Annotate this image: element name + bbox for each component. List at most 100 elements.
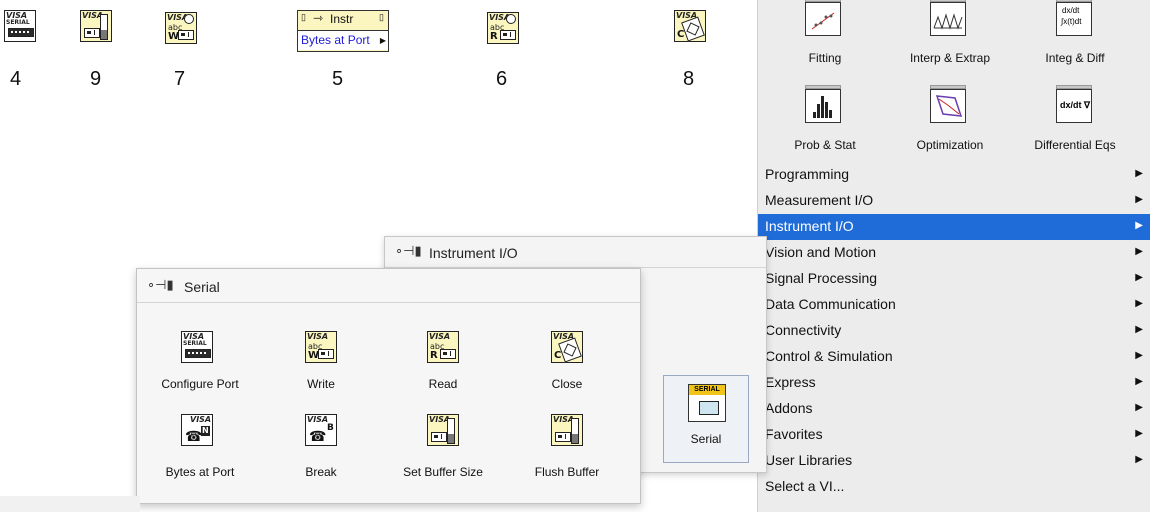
menu-item-label: User Libraries — [765, 452, 853, 468]
property-node-bytes-at-port[interactable]: ▯ ⇾ Instr ▯ Bytes at Port ▶ — [297, 10, 389, 52]
submenu-arrow-icon: ▶ — [1135, 376, 1143, 387]
menu-item-instrument-i-o[interactable]: Instrument I/O ▶ — [758, 214, 1150, 240]
clock-icon — [184, 14, 194, 24]
node-number-6: 6 — [496, 68, 508, 90]
submenu-arrow-icon: ▶ — [1135, 246, 1143, 257]
palette-integ-label: Integ & Diff — [1045, 51, 1105, 65]
buffer-level-icon — [571, 418, 579, 444]
menu-item-express[interactable]: Express ▶ — [758, 370, 1150, 396]
serial-palette-icon: SERIAL — [688, 384, 726, 422]
configure-port-label: Configure Port — [161, 377, 239, 391]
clock-icon — [506, 14, 516, 24]
write-label: Write — [307, 377, 335, 391]
integ-text: dx/dt — [1062, 6, 1080, 15]
serial-subpalette-tile[interactable]: SERIAL Serial — [663, 375, 749, 463]
submenu-arrow-icon: ▶ — [1135, 272, 1143, 283]
configure-port-icon[interactable]: VISA SERIAL — [181, 331, 213, 363]
menu-item-select-a-vi[interactable]: Select a VI... — [758, 474, 1150, 500]
close-icon[interactable]: VISA C — [551, 331, 583, 363]
differential-eqs-icon[interactable]: dx/dt ∇ — [1056, 85, 1092, 123]
break-icon[interactable]: VISA ☎ B — [305, 414, 337, 446]
histogram-icon — [813, 96, 832, 118]
menu-item-label: Express — [765, 374, 816, 390]
prob-stat-icon[interactable] — [805, 85, 841, 123]
visa-label: VISA — [307, 415, 329, 424]
port-icon — [431, 432, 447, 442]
menu-item-addons[interactable]: Addons ▶ — [758, 396, 1150, 422]
reference-out-icon: ▯ — [379, 12, 384, 22]
menu-item-label: Measurement I/O — [765, 192, 874, 208]
flush-buffer-icon[interactable]: VISA — [551, 414, 583, 446]
port-icon — [440, 349, 456, 359]
write-icon[interactable]: VISA abc W — [305, 331, 337, 363]
port-icon — [318, 349, 334, 359]
close-envelope-icon — [681, 16, 705, 42]
bytes-at-port-label: Bytes at Port — [165, 465, 235, 479]
serial-palette-header: ∘⊣▮ Serial — [137, 269, 640, 303]
menu-item-favorites[interactable]: Favorites ▶ — [758, 422, 1150, 448]
menu-item-signal-processing[interactable]: Signal Processing ▶ — [758, 266, 1150, 292]
write-node-icon[interactable]: VISA abc W — [165, 12, 197, 44]
menu-item-label: Signal Processing — [765, 270, 878, 286]
menu-item-label: Instrument I/O — [765, 218, 854, 234]
menu-item-measurement-i-o[interactable]: Measurement I/O ▶ — [758, 188, 1150, 214]
canvas-bottom-strip — [0, 496, 140, 512]
optimization-icon[interactable] — [930, 85, 966, 123]
set-buffer-size-icon[interactable]: VISA — [427, 414, 459, 446]
serial-palette: ∘⊣▮ Serial VISA SERIAL VISA abc W VISA a… — [136, 268, 641, 504]
property-node-header: ▯ ⇾ Instr ▯ — [298, 11, 388, 29]
pin-icon[interactable]: ∘⊣▮ — [395, 243, 422, 259]
flush-buffer-node-icon[interactable]: VISA — [80, 10, 112, 42]
palette-optimization-label: Optimization — [916, 138, 984, 152]
instrument-io-title: Instrument I/O — [429, 245, 518, 261]
menu-item-label: Data Communication — [765, 296, 896, 312]
serial-label: SERIAL — [6, 19, 30, 26]
interp-extrap-icon[interactable] — [930, 0, 966, 36]
arrow-connector-icon: ⇾ — [313, 11, 324, 25]
menu-item-label: Programming — [765, 166, 850, 182]
port-icon — [555, 432, 571, 442]
fitting-icon[interactable] — [805, 0, 841, 36]
palette-category-menu: Programming ▶ Measurement I/O ▶ Instrument I… — [758, 162, 1150, 500]
menu-item-data-communication[interactable]: Data Communication ▶ — [758, 292, 1150, 318]
menu-item-vision-and-motion[interactable]: Vision and Motion ▶ — [758, 240, 1150, 266]
menu-item-connectivity[interactable]: Connectivity ▶ — [758, 318, 1150, 344]
close-node-icon[interactable]: VISA C — [674, 10, 706, 42]
configure-port-node-icon[interactable]: VISA SERIAL — [4, 10, 36, 42]
pin-icon[interactable]: ∘⊣▮ — [147, 277, 174, 293]
integ-diff-icon[interactable]: dx/dt ∫x(t)dt — [1056, 0, 1092, 36]
serial-connector-icon — [699, 401, 719, 415]
submenu-arrow-icon: ▶ — [1135, 220, 1143, 231]
phone-icon: ☎ — [185, 428, 203, 444]
fitting-graph-icon — [811, 12, 835, 30]
node-number-8: 8 — [683, 68, 695, 90]
instrument-io-header: ∘⊣▮ Instrument I/O — [385, 237, 766, 268]
submenu-arrow-icon: ▶ — [1135, 350, 1143, 361]
menu-item-user-libraries[interactable]: User Libraries ▶ — [758, 448, 1150, 474]
read-glyph: R — [490, 31, 498, 42]
close-glyph: C — [677, 29, 685, 40]
read-label: Read — [428, 377, 458, 391]
menu-item-programming[interactable]: Programming ▶ — [758, 162, 1150, 188]
diffeq-text: dx/dt ∇ — [1060, 100, 1091, 110]
menu-item-control-simulation[interactable]: Control & Simulation ▶ — [758, 344, 1150, 370]
node-number-9: 9 — [90, 68, 102, 90]
visa-label: VISA — [307, 332, 329, 341]
terminal-arrow-icon: ▶ — [379, 36, 386, 45]
set-buffer-size-label: Set Buffer Size — [403, 465, 483, 479]
submenu-arrow-icon: ▶ — [1135, 298, 1143, 309]
phone-icon: ☎ — [309, 428, 327, 444]
menu-item-label: Select a VI... — [765, 478, 845, 494]
property-terminal[interactable]: Bytes at Port ▶ — [298, 30, 388, 50]
buffer-level-icon — [100, 14, 108, 40]
interp-graph-icon — [933, 13, 963, 30]
bytes-at-port-icon[interactable]: VISA ☎ N — [181, 414, 213, 446]
read-icon[interactable]: VISA abc R — [427, 331, 459, 363]
submenu-arrow-icon: ▶ — [1135, 324, 1143, 335]
bytes-glyph: N — [201, 426, 210, 436]
optimization-graph-icon — [935, 95, 963, 117]
read-node-icon[interactable]: VISA abc R — [487, 12, 519, 44]
flush-buffer-label: Flush Buffer — [534, 465, 600, 479]
serial-tile-label: Serial — [690, 432, 722, 446]
submenu-arrow-icon: ▶ — [1135, 194, 1143, 205]
